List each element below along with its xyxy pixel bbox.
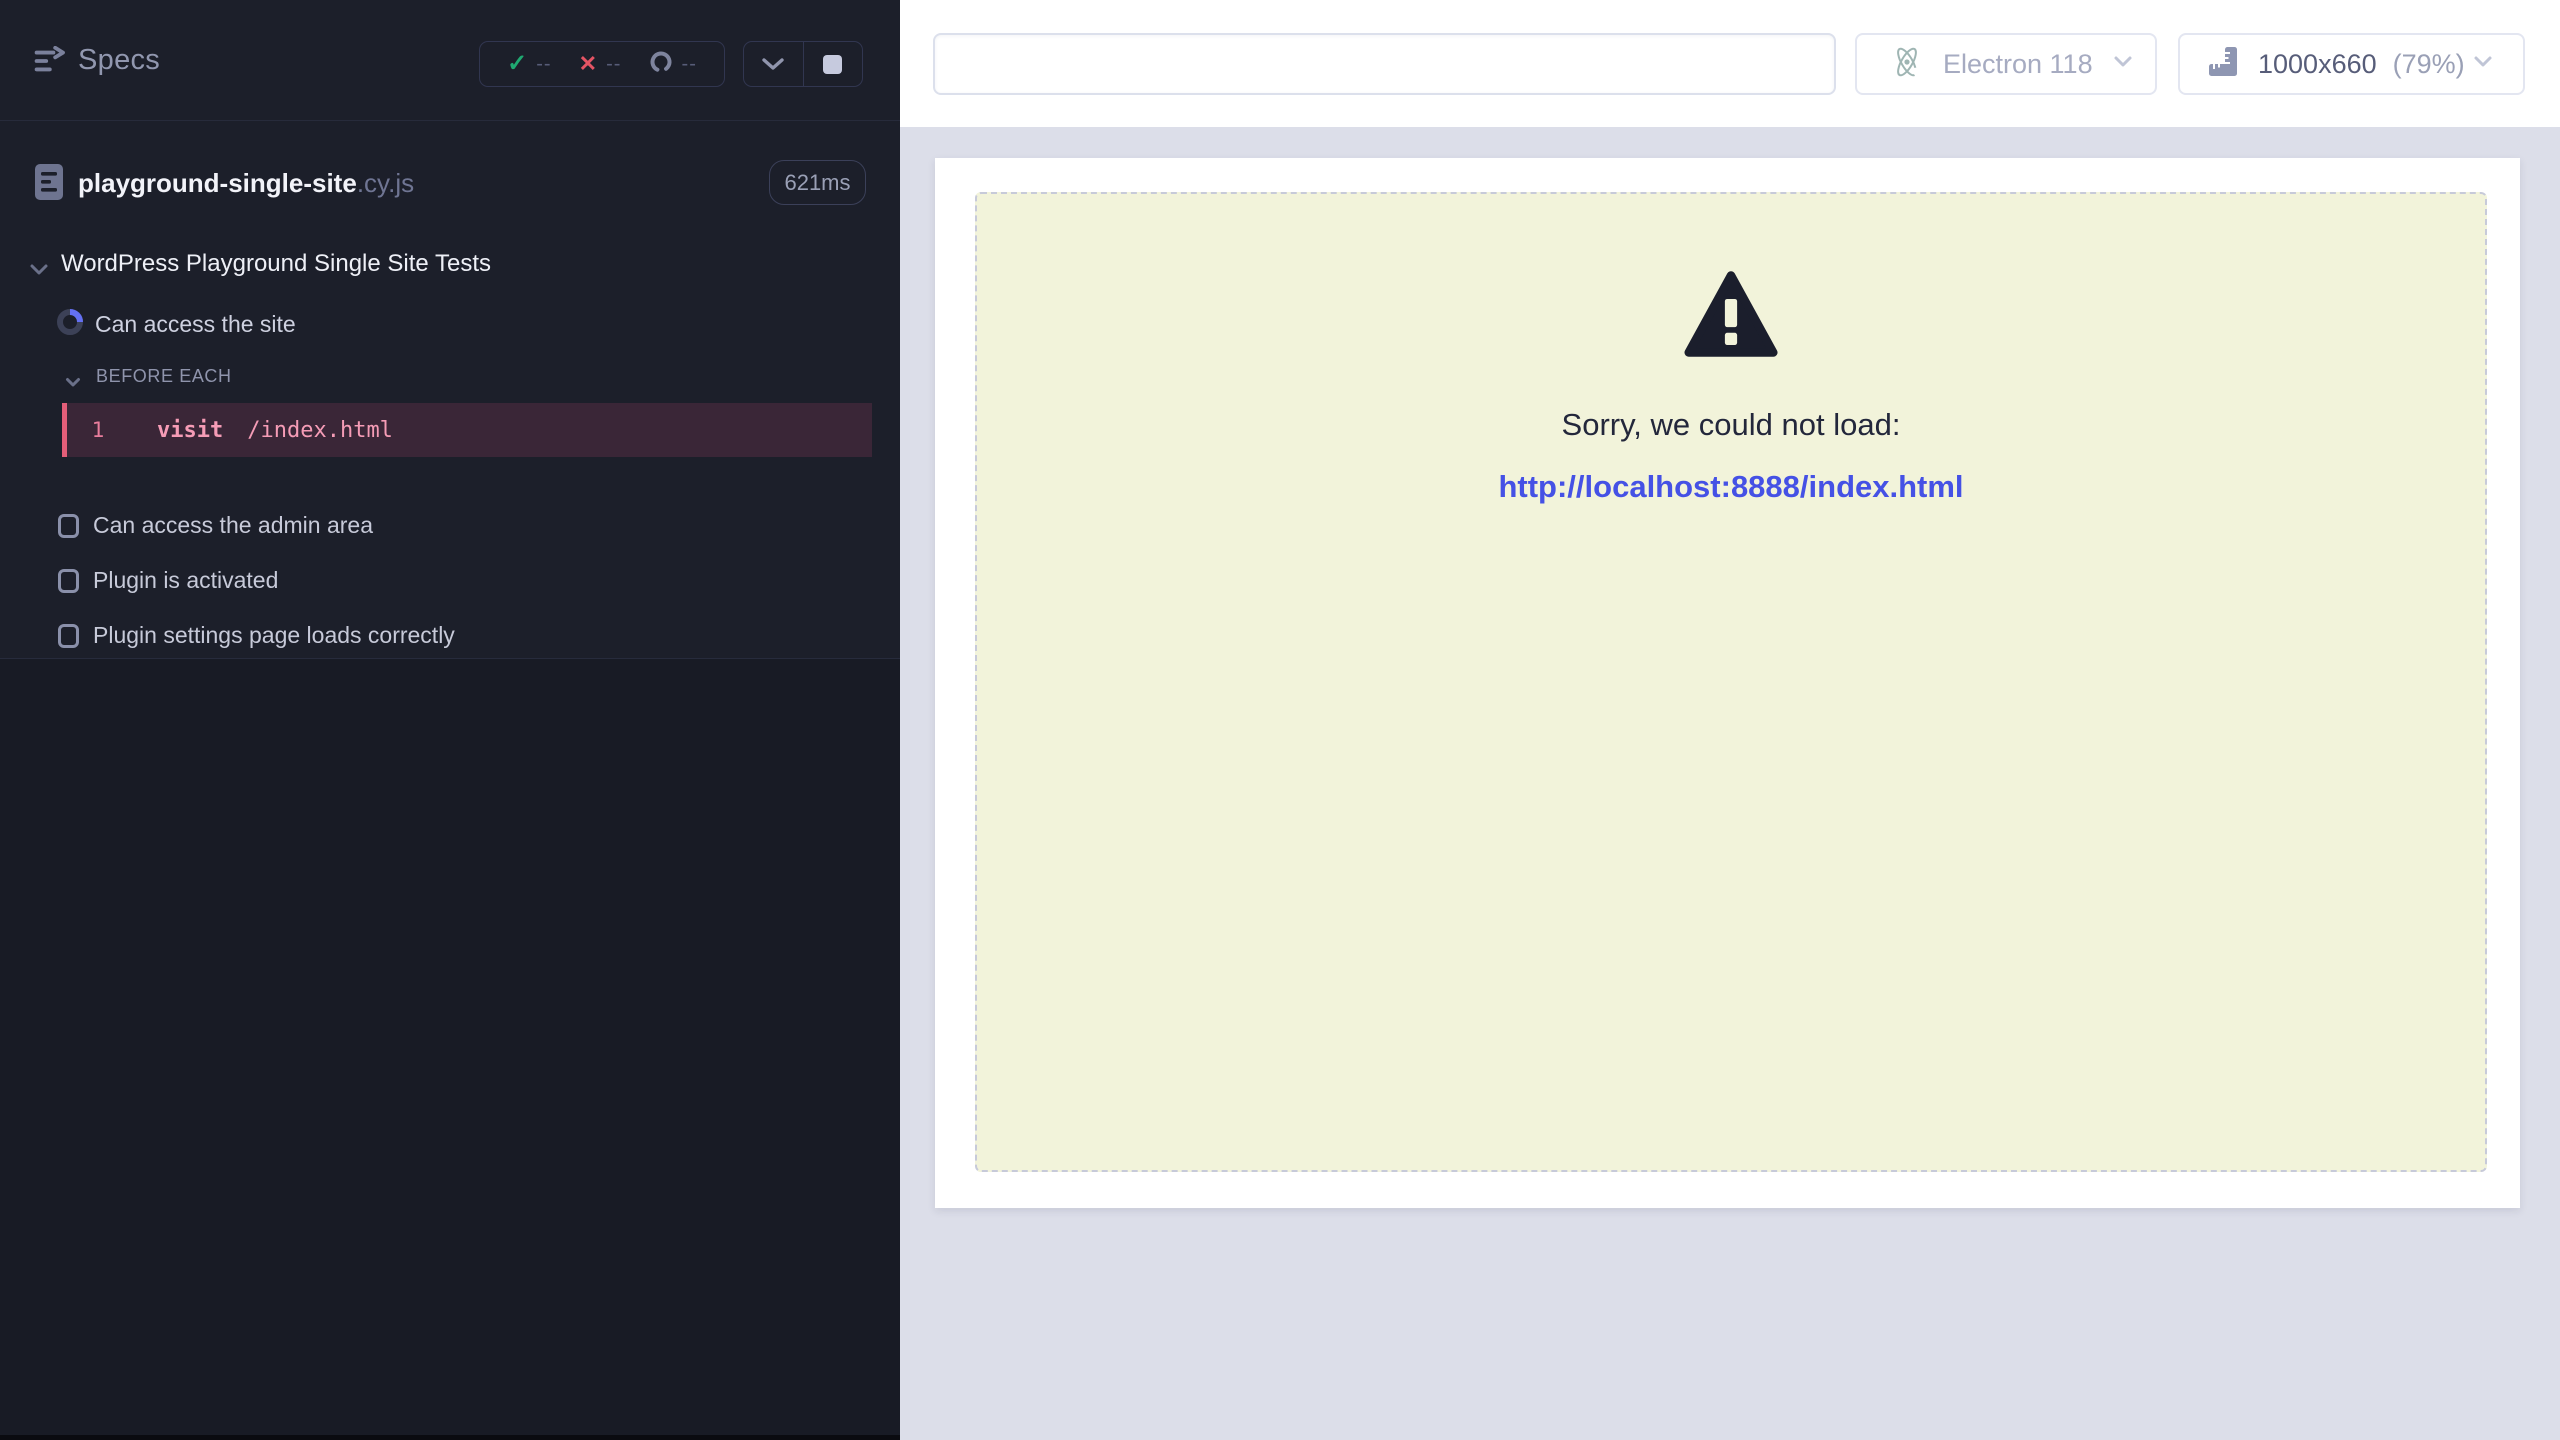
pending-test-label: Plugin is activated <box>93 567 278 594</box>
pending-test-box-icon <box>58 514 79 538</box>
suite-collapse-chevron-icon[interactable] <box>29 263 49 281</box>
warning-triangle-icon <box>1684 270 1778 363</box>
run-stats[interactable]: ✓ -- ✕ -- -- <box>479 41 725 87</box>
stat-failed: ✕ -- <box>579 53 622 76</box>
specs-list-icon[interactable] <box>33 46 69 81</box>
run-controls <box>743 41 863 87</box>
spec-file-name[interactable]: playground-single-site.cy.js <box>78 168 414 199</box>
viewport-scale: (79%) <box>2393 49 2465 80</box>
hook-label[interactable]: BEFORE EACH <box>96 366 232 387</box>
aut-header: Electron 118 1000x660 (79%) <box>900 0 2560 127</box>
sidebar-empty-area <box>0 658 900 1440</box>
failed-count: -- <box>606 53 621 76</box>
stat-pending: -- <box>649 50 697 79</box>
pending-test-label: Can access the admin area <box>93 512 373 539</box>
browser-label: Electron 118 <box>1943 49 2093 80</box>
browser-selector[interactable]: Electron 118 <box>1855 33 2157 95</box>
spec-file-extension: .cy.js <box>357 168 414 198</box>
command-message: /index.html <box>247 418 393 443</box>
viewport-chevron-down-icon <box>2473 55 2493 73</box>
stat-passed: ✓ -- <box>507 52 551 76</box>
error-message: Sorry, we could not load: <box>1562 407 1901 443</box>
running-test-spinner-icon <box>56 308 84 341</box>
stop-square-icon <box>823 55 842 74</box>
ruler-icon <box>2206 45 2240 84</box>
command-line-number: 1 <box>67 418 129 442</box>
test-row-plugin-activated[interactable]: Plugin is activated <box>0 558 900 604</box>
failed-x-icon: ✕ <box>579 53 597 75</box>
running-test-title[interactable]: Can access the site <box>95 311 296 338</box>
viewport-selector[interactable]: 1000x660 (79%) <box>2178 33 2525 95</box>
error-url-link[interactable]: http://localhost:8888/index.html <box>1498 469 1963 505</box>
stop-button[interactable] <box>804 42 863 86</box>
passed-check-icon: ✓ <box>507 52 527 76</box>
passed-count: -- <box>536 53 551 76</box>
command-method: visit <box>157 418 223 443</box>
pending-test-box-icon <box>58 569 79 593</box>
load-error-box: Sorry, we could not load: http://localho… <box>975 192 2487 1172</box>
sidebar-header-divider <box>0 120 900 121</box>
spec-duration-badge: 621ms <box>769 160 866 205</box>
pending-count: -- <box>682 53 697 76</box>
cypress-app: Specs ✓ -- ✕ -- -- <box>0 0 2560 1440</box>
pending-ring-icon <box>649 50 673 79</box>
run-options-button[interactable] <box>744 42 803 86</box>
test-row-admin-area[interactable]: Can access the admin area <box>0 503 900 549</box>
spec-file-basename: playground-single-site <box>78 168 357 198</box>
pending-test-label: Plugin settings page loads correctly <box>93 622 455 649</box>
spec-file-icon <box>33 162 65 207</box>
test-row-plugin-settings[interactable]: Plugin settings page loads correctly <box>0 613 900 659</box>
browser-chevron-down-icon <box>2113 55 2133 73</box>
command-row-visit[interactable]: 1 visit /index.html <box>62 403 872 457</box>
electron-icon <box>1889 44 1925 85</box>
sidebar-bottom-strip <box>0 1435 900 1440</box>
reporter-sidebar: Specs ✓ -- ✕ -- -- <box>0 0 900 1440</box>
aut-iframe-container: Sorry, we could not load: http://localho… <box>935 158 2520 1208</box>
url-input[interactable] <box>933 33 1836 95</box>
specs-title[interactable]: Specs <box>78 44 160 77</box>
aut-canvas: Sorry, we could not load: http://localho… <box>900 127 2560 1440</box>
aut-panel: Electron 118 1000x660 (79%) <box>900 0 2560 1440</box>
hook-collapse-chevron-icon[interactable] <box>65 375 81 393</box>
viewport-dimensions: 1000x660 <box>2258 49 2377 80</box>
suite-title[interactable]: WordPress Playground Single Site Tests <box>61 250 491 278</box>
pending-test-box-icon <box>58 624 79 648</box>
